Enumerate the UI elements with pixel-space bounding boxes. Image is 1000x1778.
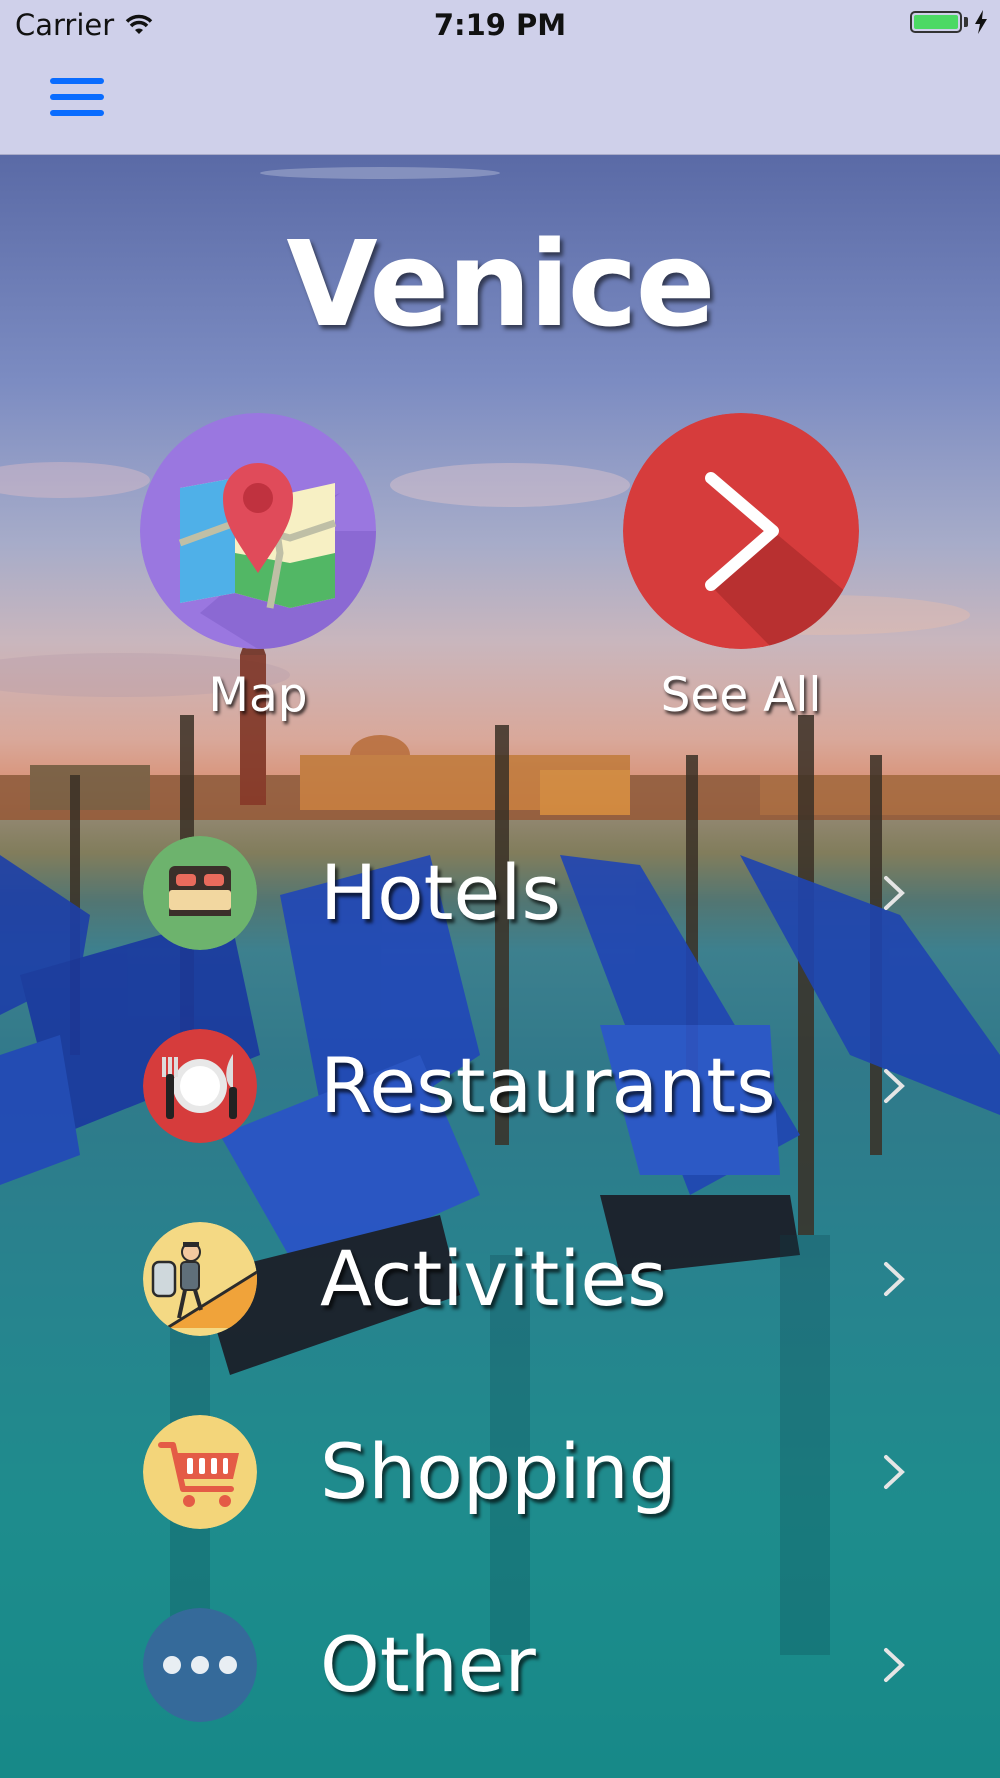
- see-all-label: See All: [660, 668, 822, 723]
- bed-icon: [143, 836, 257, 950]
- category-row-other[interactable]: Other: [0, 1590, 1000, 1740]
- map-label: Map: [208, 668, 308, 723]
- category-label-activities: Activities: [320, 1234, 667, 1323]
- category-label-restaurants: Restaurants: [320, 1041, 776, 1130]
- battery-icon: [910, 11, 962, 33]
- category-row-restaurants[interactable]: Restaurants: [0, 1011, 1000, 1161]
- category-label-other: Other: [320, 1620, 536, 1709]
- charging-bolt-icon: [975, 10, 987, 34]
- category-row-activities[interactable]: Activities: [0, 1204, 1000, 1354]
- battery-indicator: [910, 10, 988, 34]
- category-row-shopping[interactable]: Shopping: [0, 1397, 1000, 1547]
- category-label-shopping: Shopping: [320, 1427, 677, 1516]
- category-label-hotels: Hotels: [320, 848, 561, 937]
- hamburger-menu-icon[interactable]: [50, 78, 104, 122]
- hiker-icon: [143, 1222, 257, 1336]
- category-row-hotels[interactable]: Hotels: [0, 818, 1000, 968]
- more-dots-icon: [143, 1608, 257, 1722]
- map-pin-icon: [140, 413, 376, 649]
- chevron-right-icon: [623, 413, 859, 649]
- status-time: 7:19 PM: [433, 8, 567, 42]
- map-button[interactable]: [140, 413, 376, 649]
- chevron-right-icon: [884, 1262, 905, 1296]
- top-bar: Carrier 7:19 PM: [0, 0, 1000, 155]
- shopping-cart-icon: [143, 1415, 257, 1529]
- chevron-right-icon: [884, 1455, 905, 1489]
- see-all-button[interactable]: [623, 413, 859, 649]
- plate-cutlery-icon: [143, 1029, 257, 1143]
- page-title: Venice: [286, 215, 715, 353]
- chevron-right-icon: [884, 1069, 905, 1103]
- chevron-right-icon: [884, 876, 905, 910]
- chevron-right-icon: [884, 1648, 905, 1682]
